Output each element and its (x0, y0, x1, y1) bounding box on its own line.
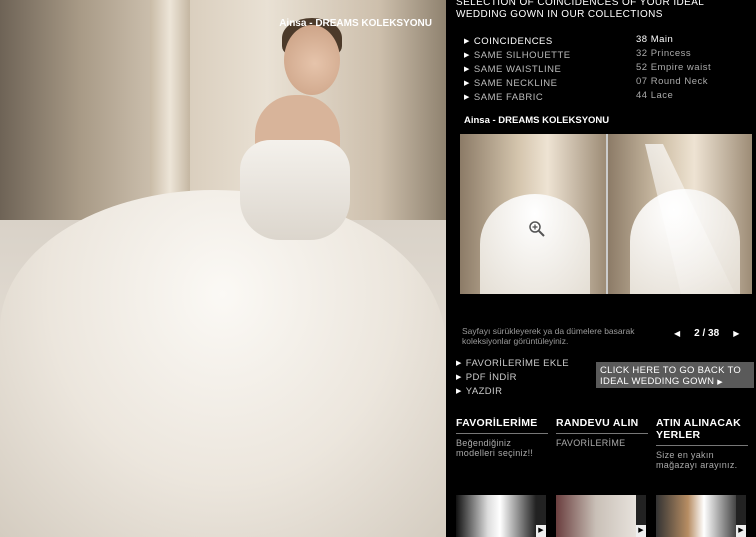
pager: ◀ 2 / 38 ▶ (674, 328, 739, 339)
bullet-arrow-icon: ▶ (464, 38, 470, 45)
stores-thumbnail[interactable]: ▶ (656, 495, 746, 537)
collection-title: Ainsa - DREAMS KOLEKSYONU (464, 115, 610, 126)
column-text: Size en yakın mağazayı arayınız. (656, 450, 738, 470)
hero-caption: Ainsa - DREAMS KOLEKSYONU (279, 18, 432, 29)
bullet-arrow-icon: ▶ (464, 66, 470, 73)
bullet-arrow-icon: ▶ (464, 80, 470, 87)
bullet-arrow-icon: ▶ (464, 94, 470, 101)
thumbnail-image (556, 495, 636, 537)
play-arrow-icon[interactable]: ▶ (536, 525, 546, 537)
page-counter: 2 / 38 (694, 328, 720, 339)
headline: SELECTION OF COINCIDENCES OF YOUR IDEAL … (456, 0, 704, 20)
pdf-download-link[interactable]: ▶ PDF İNDİR (456, 370, 569, 384)
bullet-arrow-icon: ▶ (456, 388, 462, 395)
column-heading: RANDEVU ALIN (556, 417, 648, 434)
column-heading: ATIN ALINACAK YERLER (656, 417, 748, 446)
coincidence-row[interactable]: ▶ SAME FABRIC 44 Lace (464, 90, 754, 104)
gallery-gown-front (480, 194, 590, 294)
coincidence-row[interactable]: ▶ SAME WAISTLINE 52 Empire waist (464, 62, 754, 76)
thumbnail-image (656, 495, 736, 537)
hero-bodice (240, 140, 350, 240)
appointment-thumbnail[interactable]: ▶ (556, 495, 646, 537)
hero-head (284, 25, 340, 95)
bullet-arrow-icon: ▶ (456, 360, 462, 367)
column-text: Beğendiğiniz modelleri seçiniz!! (456, 438, 534, 458)
coincidence-value: 52 Empire waist (636, 62, 712, 73)
stores-column[interactable]: ATIN ALINACAK YERLER Size en yakın mağaz… (656, 417, 748, 470)
coincidence-value: 07 Round Neck (636, 76, 708, 87)
column-heading: FAVORİLERİME (456, 417, 548, 434)
hero-dress (0, 190, 446, 537)
coincidence-label: SAME NECKLINE (473, 77, 558, 89)
arrow-left-icon[interactable]: ◀ (674, 328, 680, 339)
coincidence-label: COINCIDENCES (473, 35, 553, 47)
print-link[interactable]: ▶ YAZDIR (456, 384, 569, 398)
favorites-column[interactable]: FAVORİLERİME Beğendiğiniz modelleri seçi… (456, 417, 548, 458)
coincidence-label: SAME SILHOUETTE (473, 49, 571, 61)
arrow-right-icon[interactable]: ▶ (733, 328, 739, 339)
action-list: ▶ FAVORİLERİME EKLE ▶ PDF İNDİR ▶ YAZDIR (456, 356, 569, 398)
coincidence-value: 38 Main (636, 34, 674, 45)
coincidence-row[interactable]: ▶ COINCIDENCES 38 Main (464, 34, 754, 48)
hero-photo: Ainsa - DREAMS KOLEKSYONU (0, 0, 446, 537)
viewer-hint: Sayfayı sürükleyerek ya da dümelere basa… (462, 326, 635, 346)
coincidence-row[interactable]: ▶ SAME NECKLINE 07 Round Neck (464, 76, 754, 90)
bullet-arrow-icon: ▶ (456, 374, 462, 381)
appointment-column[interactable]: RANDEVU ALIN FAVORİLERİME (556, 417, 648, 448)
add-to-favorites-link[interactable]: ▶ FAVORİLERİME EKLE (456, 356, 569, 370)
zoom-icon[interactable] (528, 220, 546, 238)
coincidence-value: 32 Princess (636, 48, 692, 59)
coincidence-list: ▶ COINCIDENCES 38 Main ▶ SAME SILHOUETTE 3… (464, 34, 754, 104)
coincidence-value: 44 Lace (636, 90, 674, 101)
column-text: FAVORİLERİME (556, 438, 626, 448)
thumbnail-image (456, 495, 536, 537)
coincidence-label: SAME FABRIC (473, 91, 544, 103)
gallery-viewer[interactable] (460, 134, 752, 294)
back-to-gown-button[interactable]: CLICK HERE TO GO BACK TO IDEAL WEDDING G… (596, 362, 754, 388)
play-arrow-icon[interactable]: ▶ (636, 525, 646, 537)
play-arrow-icon[interactable]: ▶ (736, 525, 746, 537)
favorites-thumbnail[interactable]: ▶ (456, 495, 546, 537)
coincidence-row[interactable]: ▶ SAME SILHOUETTE 32 Princess (464, 48, 754, 62)
bullet-arrow-icon: ▶ (464, 52, 470, 59)
arrow-right-icon: ▶ (717, 379, 723, 386)
coincidence-label: SAME WAISTLINE (473, 63, 562, 75)
info-panel: SELECTION OF COINCIDENCES OF YOUR IDEAL … (446, 0, 756, 537)
